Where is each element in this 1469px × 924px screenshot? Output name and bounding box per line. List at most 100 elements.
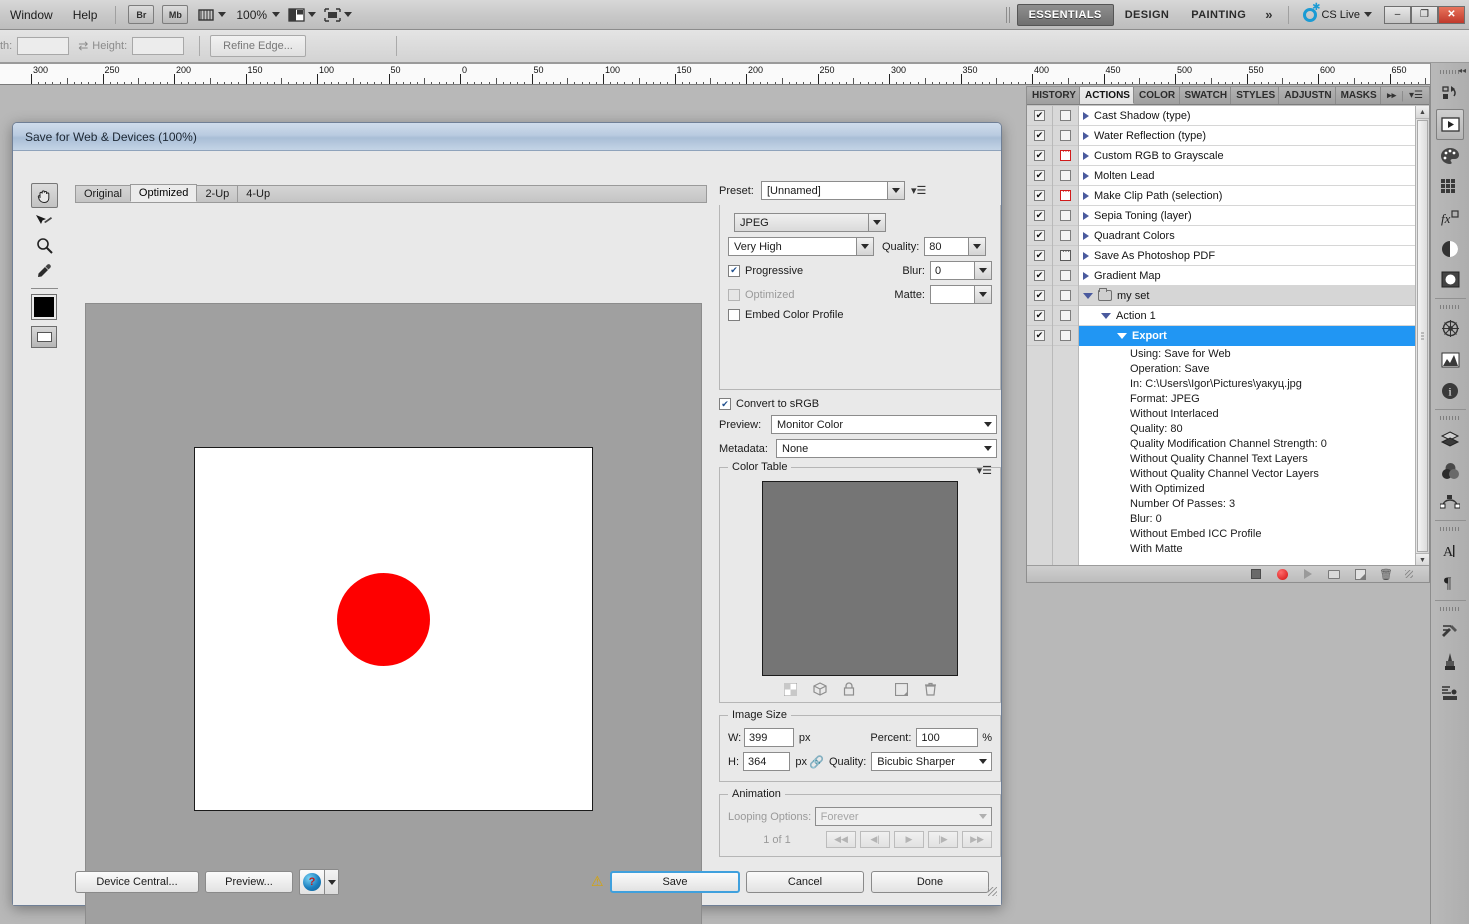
optimized-preview-canvas[interactable] [85,303,702,924]
device-central-button[interactable]: Device Central... [75,871,199,893]
quality-preset-select[interactable]: Very High [728,237,874,256]
percent-input[interactable]: 100 [916,728,979,747]
action-enable-checkbox[interactable]: ✔ [1034,150,1045,161]
action-row[interactable]: Molten Lead [1079,166,1415,186]
new-set-icon[interactable] [1327,568,1341,581]
action-enable-cell[interactable]: ✔ [1027,106,1052,126]
action-dialog-cell[interactable] [1053,186,1078,206]
tab-color[interactable]: COLOR [1134,87,1180,104]
action-dialog-toggle[interactable] [1060,330,1071,341]
zoom-level-control[interactable]: 100% [234,5,281,25]
actions-play-icon[interactable] [1436,109,1464,140]
panel-menu-icon[interactable]: ▾☰ [1409,90,1423,101]
action-enable-checkbox[interactable]: ✔ [1034,270,1045,281]
action-enable-checkbox[interactable]: ✔ [1034,170,1045,181]
preset-select[interactable]: [Unnamed] [761,181,905,200]
action-dialog-toggle[interactable] [1060,270,1071,281]
refine-edge-button[interactable]: Refine Edge... [210,35,306,57]
progressive-checkbox[interactable]: ✔ [728,264,740,277]
action-item-row[interactable]: Action 1 [1079,306,1415,326]
action-enable-checkbox[interactable]: ✔ [1034,130,1045,141]
action-enable-cell[interactable]: ✔ [1027,186,1052,206]
slice-select-tool[interactable] [31,208,58,233]
action-dialog-toggle[interactable] [1060,187,1071,201]
action-enable-cell[interactable]: ✔ [1027,286,1052,306]
action-enable-checkbox[interactable]: ✔ [1034,230,1045,241]
action-row[interactable]: Custom RGB to Grayscale [1079,146,1415,166]
action-enable-checkbox[interactable]: ✔ [1034,250,1045,261]
tab-history[interactable]: HISTORY [1027,87,1080,104]
expand-triangle-icon[interactable] [1083,231,1089,240]
action-row[interactable]: Sepia Toning (layer) [1079,206,1415,226]
new-color-icon[interactable] [894,682,908,699]
expand-triangle-icon[interactable] [1083,271,1089,280]
resample-quality-select[interactable]: Bicubic Sharper [871,752,992,771]
lock-icon[interactable] [843,682,855,699]
action-enable-cell[interactable]: ✔ [1027,166,1052,186]
action-enable-cell[interactable]: ✔ [1027,206,1052,226]
delete-color-icon[interactable] [924,682,937,699]
expand-triangle-icon[interactable] [1083,191,1089,200]
navigator-icon[interactable] [1436,313,1464,344]
expand-triangle-icon[interactable] [1083,292,1093,299]
foreground-color-swatch[interactable] [31,294,57,320]
expand-triangle-icon[interactable] [1117,333,1127,339]
action-enable-checkbox[interactable]: ✔ [1034,310,1045,321]
optimized-checkbox[interactable] [728,288,740,301]
tab-4up[interactable]: 4-Up [237,185,280,202]
delete-icon[interactable]: 🗑 [1379,568,1393,581]
action-dialog-cell[interactable] [1053,166,1078,186]
restore-button[interactable]: ❐ [1411,5,1438,24]
settings-menu-icon[interactable]: ▾☰ [911,184,926,197]
action-dialog-toggle[interactable] [1060,110,1071,121]
channels-icon[interactable] [1436,455,1464,486]
swatches-grid-icon[interactable] [1436,171,1464,202]
quality-stepper[interactable] [968,238,986,255]
action-row[interactable]: Make Clip Path (selection) [1079,186,1415,206]
action-dialog-toggle[interactable] [1060,230,1071,241]
action-enable-cell[interactable]: ✔ [1027,226,1052,246]
blur-input[interactable]: 0 [930,261,992,280]
expand-triangle-icon[interactable] [1083,151,1089,160]
action-set-row[interactable]: my set [1079,286,1415,306]
eyedropper-tool[interactable] [31,258,58,283]
action-dialog-cell[interactable] [1053,106,1078,126]
workspace-design[interactable]: DESIGN [1114,5,1181,25]
action-dialog-cell[interactable] [1053,266,1078,286]
close-button[interactable]: ✕ [1438,5,1465,24]
matte-select[interactable] [930,285,992,304]
prev-frame-icon[interactable]: ◀| [860,831,890,848]
action-dialog-toggle[interactable] [1060,130,1071,141]
action-enable-cell[interactable]: ✔ [1027,326,1052,346]
chevron-down-icon[interactable] [974,286,991,303]
quality-input[interactable]: 80 [924,237,987,256]
expand-triangle-icon[interactable] [1083,111,1089,120]
minimize-button[interactable]: – [1384,5,1411,24]
height-input[interactable] [132,37,185,55]
action-dialog-toggle[interactable] [1060,247,1071,261]
new-action-icon[interactable] [1353,568,1367,581]
image-height-input[interactable]: 364 [743,752,791,771]
metadata-select[interactable]: None [776,439,997,458]
action-enable-cell[interactable]: ✔ [1027,126,1052,146]
file-format-select[interactable]: JPEG [734,213,886,232]
workspace-painting[interactable]: PAINTING [1180,5,1257,25]
action-row[interactable]: Quadrant Colors [1079,226,1415,246]
collapse-rail-icon[interactable]: ◂◂ [1458,66,1466,75]
action-dialog-cell[interactable] [1053,286,1078,306]
constrain-proportions-icon[interactable]: 🔗 [809,755,824,769]
play-icon[interactable] [1301,568,1315,581]
mini-bridge-button[interactable]: Mb [162,5,189,24]
action-dialog-cell[interactable] [1053,146,1078,166]
width-input[interactable] [17,37,70,55]
blur-stepper[interactable] [974,262,991,279]
play-icon[interactable]: ▶ [894,831,924,848]
action-dialog-toggle[interactable] [1060,290,1071,301]
zoom-tool[interactable] [31,233,58,258]
tool-presets-icon[interactable] [1436,615,1464,646]
arrange-documents-icon[interactable] [288,5,317,25]
brush-presets-icon[interactable] [1436,646,1464,677]
paragraph-icon[interactable]: ¶ [1436,566,1464,597]
action-enable-cell[interactable]: ✔ [1027,146,1052,166]
action-dialog-toggle[interactable] [1060,210,1071,221]
